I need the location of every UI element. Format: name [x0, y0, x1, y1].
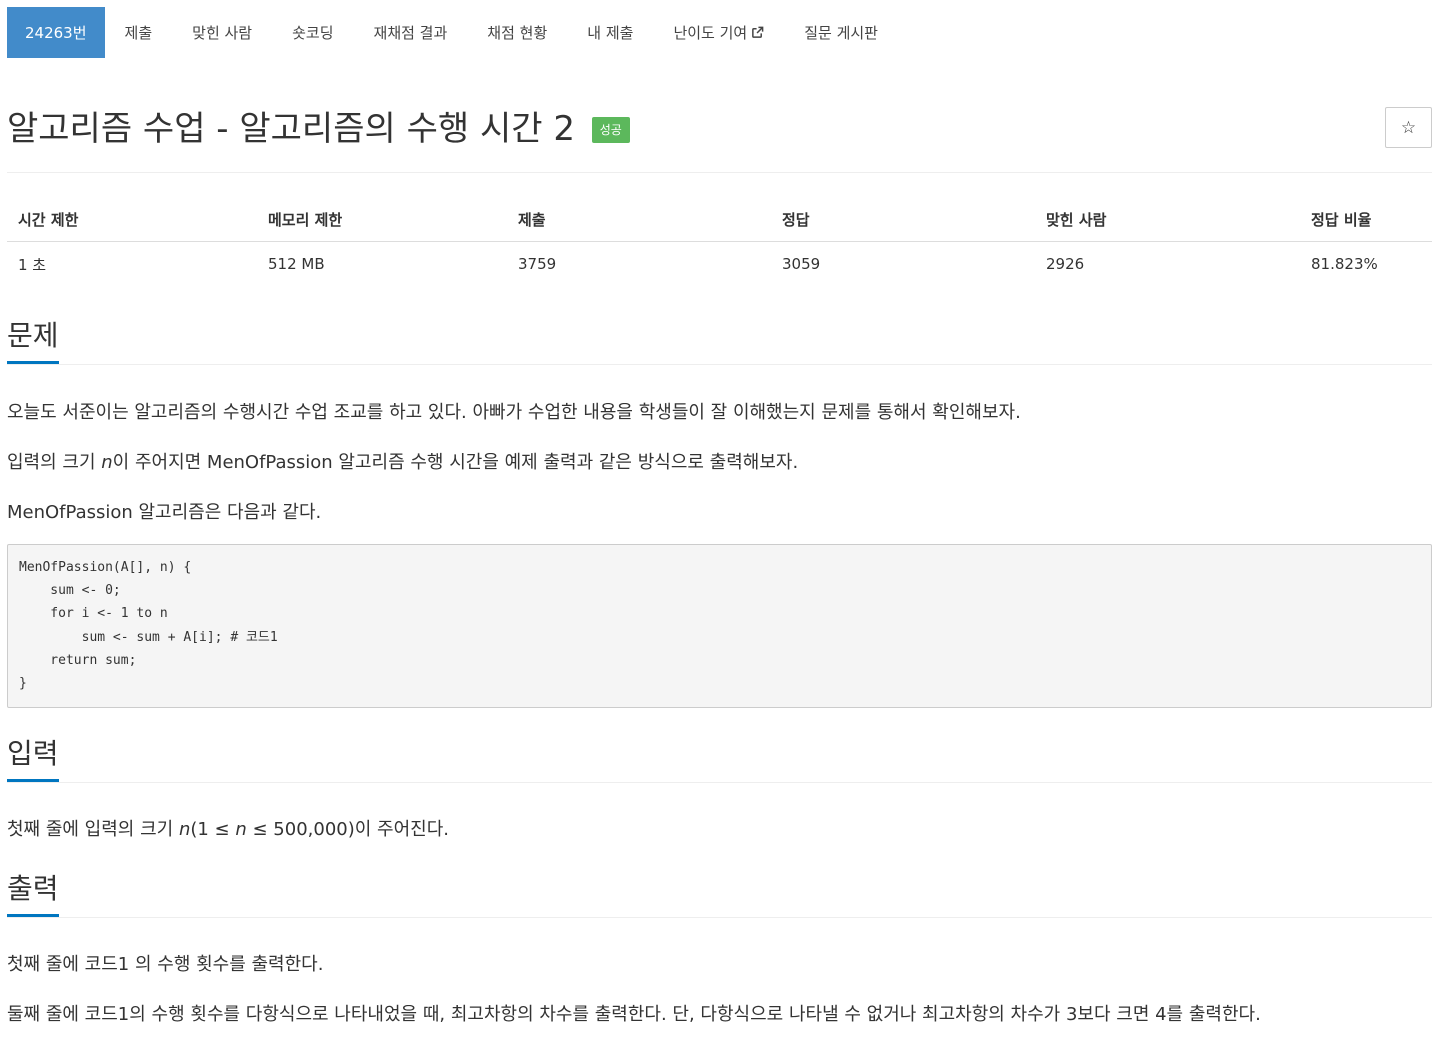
- description-paragraph-1: 오늘도 서준이는 알고리즘의 수행시간 수업 조교를 하고 있다. 아빠가 수업…: [7, 402, 1021, 423]
- memory-limit-value: 512 MB: [268, 255, 325, 273]
- favorite-button[interactable]: ☆: [1385, 107, 1432, 148]
- code-block: MenOfPassion(A[], n) { sum <- 0; for i <…: [7, 544, 1432, 708]
- tab-short-coding[interactable]: 숏코딩: [272, 7, 353, 58]
- status-badge: 성공: [591, 117, 630, 143]
- problem-info-table: 시간 제한 메모리 제한 제출 정답 맞힌 사람 정답 비율 1 초 512 M…: [7, 198, 1432, 286]
- section-header: 문제: [7, 316, 1432, 365]
- math-variable: n: [178, 819, 191, 840]
- problem-title-text: 알고리즘 수업 - 알고리즘의 수행 시간 2: [7, 109, 575, 149]
- text-span: ≤ 500,000)이 주어진다.: [246, 819, 450, 840]
- submissions-value: 3759: [518, 255, 557, 273]
- col-accepted: 정답: [771, 198, 1035, 242]
- output-section: 출력 첫째 줄에 코드1 의 수행 횟수를 출력한다. 둘째 줄에 코드1의 수…: [7, 869, 1432, 1028]
- description-section: 문제 오늘도 서준이는 알고리즘의 수행시간 수업 조교를 하고 있다. 아빠가…: [7, 316, 1432, 708]
- title-row: 알고리즘 수업 - 알고리즘의 수행 시간 2 성공 ☆: [7, 58, 1432, 173]
- time-limit-value: 1 초: [18, 255, 47, 274]
- external-link-icon: [752, 26, 764, 38]
- section-title-input: 입력: [7, 734, 59, 782]
- tab-label: 재채점 결과: [373, 24, 448, 42]
- text-span: 이 주어지면 MenOfPassion 알고리즘 수행 시간을 예제 출력과 같…: [112, 452, 799, 473]
- output-paragraph-2: 둘째 줄에 코드1의 수행 횟수를 다항식으로 나타내었을 때, 최고차항의 차…: [7, 1004, 1261, 1025]
- text-span: 첫째 줄에 입력의 크기: [7, 819, 179, 840]
- accepted-value: 3059: [782, 255, 821, 273]
- text-span: (1 ≤: [190, 819, 236, 840]
- star-icon: ☆: [1400, 117, 1417, 138]
- math-variable: n: [101, 452, 113, 473]
- tab-solvers[interactable]: 맞힌 사람: [172, 7, 272, 58]
- section-header: 입력: [7, 734, 1432, 783]
- tab-label: 질문 게시판: [804, 24, 878, 42]
- tab-label: 맞힌 사람: [192, 24, 253, 42]
- input-paragraph: 첫째 줄에 입력의 크기 n(1 ≤ n ≤ 500,000)이 주어진다.: [7, 817, 1432, 843]
- math-variable: n: [235, 819, 247, 840]
- tab-submit[interactable]: 제출: [105, 7, 173, 58]
- tab-label: 채점 현황: [487, 24, 548, 42]
- output-paragraph-1: 첫째 줄에 코드1 의 수행 횟수를 출력한다.: [7, 954, 324, 975]
- tab-judge-status[interactable]: 채점 현황: [467, 7, 567, 58]
- solvers-value: 2926: [1046, 255, 1085, 273]
- tab-my-submissions[interactable]: 내 제출: [567, 7, 653, 58]
- col-accept-ratio: 정답 비율: [1300, 198, 1432, 242]
- page: 24263번 제출 맞힌 사람 숏코딩 재채점 결과 채점 현황 내 제출 난이…: [7, 7, 1432, 1028]
- table-header-row: 시간 제한 메모리 제한 제출 정답 맞힌 사람 정답 비율: [7, 198, 1432, 242]
- col-time-limit: 시간 제한: [7, 198, 257, 242]
- col-memory-limit: 메모리 제한: [257, 198, 507, 242]
- accept-ratio-value: 81.823%: [1311, 255, 1378, 273]
- tab-label: 숏코딩: [292, 24, 334, 42]
- section-header: 출력: [7, 869, 1432, 918]
- input-section: 입력 첫째 줄에 입력의 크기 n(1 ≤ n ≤ 500,000)이 주어진다…: [7, 734, 1432, 843]
- tab-label: 24263번: [25, 24, 87, 42]
- tab-rejudge-results[interactable]: 재채점 결과: [354, 7, 468, 58]
- page-title: 알고리즘 수업 - 알고리즘의 수행 시간 2 성공: [7, 107, 630, 151]
- tab-label: 난이도 기여: [673, 24, 748, 42]
- section-title-description: 문제: [7, 316, 59, 364]
- tab-problem-number[interactable]: 24263번: [7, 7, 105, 58]
- table-row: 1 초 512 MB 3759 3059 2926 81.823%: [7, 242, 1432, 287]
- tab-label: 제출: [124, 24, 153, 42]
- tab-difficulty-contribution[interactable]: 난이도 기여: [653, 7, 784, 58]
- text-span: 입력의 크기: [7, 452, 102, 473]
- tab-label: 내 제출: [587, 24, 634, 42]
- col-submissions: 제출: [507, 198, 771, 242]
- problem-nav-tabs: 24263번 제출 맞힌 사람 숏코딩 재채점 결과 채점 현황 내 제출 난이…: [7, 7, 1432, 58]
- col-solvers: 맞힌 사람: [1035, 198, 1300, 242]
- tab-qna-board[interactable]: 질문 게시판: [784, 7, 898, 58]
- description-paragraph-2: 입력의 크기 n이 주어지면 MenOfPassion 알고리즘 수행 시간을 …: [7, 450, 1432, 476]
- section-title-output: 출력: [7, 869, 59, 917]
- description-paragraph-3: MenOfPassion 알고리즘은 다음과 같다.: [7, 502, 322, 523]
